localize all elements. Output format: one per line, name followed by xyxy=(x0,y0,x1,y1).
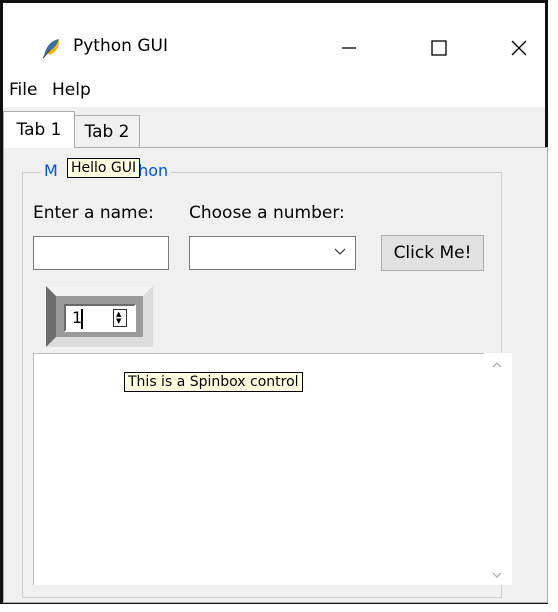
main-content: Tab 1 Tab 2 Mthon Enter a name: Choose a… xyxy=(3,107,548,603)
chevron-down-icon[interactable] xyxy=(491,569,503,581)
name-label: Enter a name: xyxy=(33,203,154,223)
menu-bar: File Help xyxy=(3,71,545,105)
number-label: Choose a number: xyxy=(189,203,345,223)
tab-2[interactable]: Tab 2 xyxy=(74,115,140,148)
chevron-up-icon[interactable] xyxy=(491,359,503,371)
minimize-button[interactable] xyxy=(319,25,379,71)
tooltip-spinbox: This is a Spinbox control xyxy=(124,372,303,392)
window-title: Python GUI xyxy=(73,36,168,56)
frame-title-first-char: M xyxy=(44,161,58,180)
spinbox-frame: 1 ▲ ▼ xyxy=(46,286,153,347)
python-feather-icon xyxy=(40,37,62,59)
spinbox[interactable]: 1 ▲ ▼ xyxy=(64,304,136,332)
maximize-icon xyxy=(429,38,449,58)
spinbox-buttons[interactable]: ▲ ▼ xyxy=(113,309,127,327)
menu-file[interactable]: File xyxy=(9,80,37,100)
close-icon xyxy=(509,38,529,58)
name-entry[interactable] xyxy=(33,236,169,270)
chevron-down-icon[interactable] xyxy=(333,244,347,258)
close-button[interactable] xyxy=(489,25,549,71)
vertical-scrollbar[interactable] xyxy=(484,353,512,585)
app-window: Python GUI File Help Tab 1 Tab 2 Mthon E… xyxy=(0,0,548,604)
minimize-icon xyxy=(339,38,359,58)
click-me-button[interactable]: Click Me! xyxy=(381,235,484,271)
menu-help[interactable]: Help xyxy=(52,80,91,100)
title-bar[interactable]: Python GUI xyxy=(3,3,545,69)
number-combobox[interactable] xyxy=(189,236,356,270)
spin-down-icon[interactable]: ▼ xyxy=(116,318,121,325)
tab-1[interactable]: Tab 1 xyxy=(3,111,75,148)
text-caret xyxy=(81,309,83,329)
tooltip-hello-gui: Hello GUI xyxy=(67,158,141,178)
maximize-button[interactable] xyxy=(409,25,469,71)
